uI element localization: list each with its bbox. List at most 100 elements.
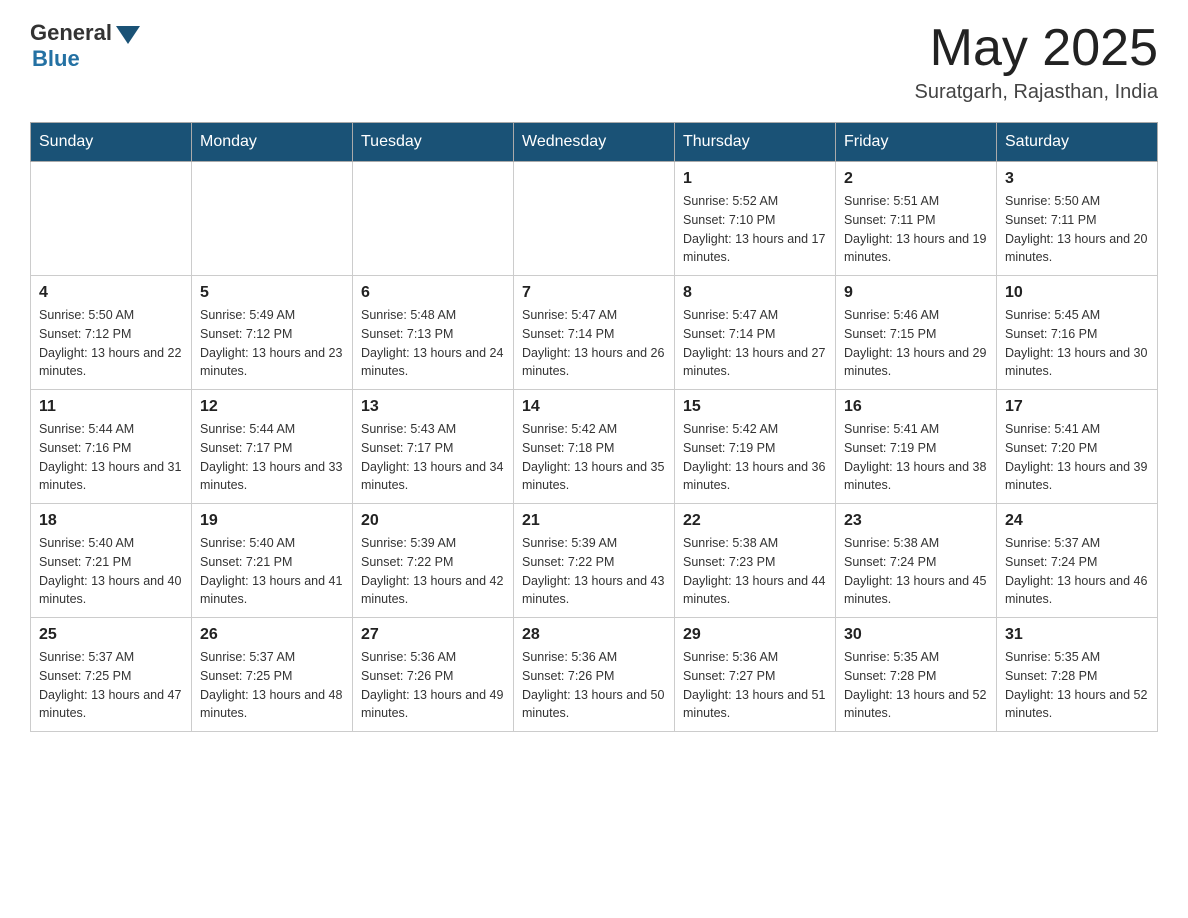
calendar-day-cell: 5 Sunrise: 5:49 AM Sunset: 7:12 PM Daylig… <box>192 276 353 390</box>
day-info: Sunrise: 5:42 AM Sunset: 7:19 PM Dayligh… <box>683 420 827 495</box>
day-number: 31 <box>1005 626 1149 644</box>
calendar-day-header: Wednesday <box>514 123 675 162</box>
day-number: 15 <box>683 398 827 416</box>
calendar-day-cell: 8Sunrise: 5:47 AM Sunset: 7:14 PM Daylig… <box>675 276 836 390</box>
day-number: 9 <box>844 284 988 302</box>
day-number: 17 <box>1005 398 1149 416</box>
calendar-day-cell: 31 Sunrise: 5:35 AM Sunset: 7:28 PM Dayli… <box>997 618 1158 732</box>
day-info: Sunrise: 5:37 AM Sunset: 7:24 PM Dayligh… <box>1005 534 1149 609</box>
page-header: General Blue May 2025 Suratgarh, Rajasth… <box>30 20 1158 104</box>
day-number: 16 <box>844 398 988 416</box>
calendar-week-row: 1 Sunrise: 5:52 AM Sunset: 7:10 PM Daylig… <box>31 162 1158 276</box>
calendar-header-row: SundayMondayTuesdayWednesdayThursdayFrid… <box>31 123 1158 162</box>
day-info: Sunrise: 5:40 AM Sunset: 7:21 PM Dayligh… <box>39 534 183 609</box>
location-subtitle: Suratgarh, Rajasthan, India <box>915 81 1159 104</box>
calendar-day-cell: 16 Sunrise: 5:41 AM Sunset: 7:19 PM Dayli… <box>836 390 997 504</box>
calendar-day-cell: 14Sunrise: 5:42 AM Sunset: 7:18 PM Dayli… <box>514 390 675 504</box>
logo: General Blue <box>30 20 140 72</box>
calendar-day-cell: 3 Sunrise: 5:50 AM Sunset: 7:11 PM Daylig… <box>997 162 1158 276</box>
calendar-day-cell: 4Sunrise: 5:50 AM Sunset: 7:12 PM Daylig… <box>31 276 192 390</box>
day-info: Sunrise: 5:36 AM Sunset: 7:26 PM Dayligh… <box>361 648 505 723</box>
calendar-day-cell: 12Sunrise: 5:44 AM Sunset: 7:17 PM Dayli… <box>192 390 353 504</box>
day-number: 19 <box>200 512 344 530</box>
day-number: 6 <box>361 284 505 302</box>
calendar-day-cell: 30 Sunrise: 5:35 AM Sunset: 7:28 PM Dayli… <box>836 618 997 732</box>
day-info: Sunrise: 5:45 AM Sunset: 7:16 PM Dayligh… <box>1005 306 1149 381</box>
day-number: 29 <box>683 626 827 644</box>
day-info: Sunrise: 5:50 AM Sunset: 7:11 PM Dayligh… <box>1005 192 1149 267</box>
calendar-day-cell: 2Sunrise: 5:51 AM Sunset: 7:11 PM Daylig… <box>836 162 997 276</box>
calendar-day-header: Tuesday <box>353 123 514 162</box>
day-number: 4 <box>39 284 183 302</box>
day-number: 7 <box>522 284 666 302</box>
day-number: 28 <box>522 626 666 644</box>
calendar-day-cell: 24Sunrise: 5:37 AM Sunset: 7:24 PM Dayli… <box>997 504 1158 618</box>
day-info: Sunrise: 5:36 AM Sunset: 7:27 PM Dayligh… <box>683 648 827 723</box>
calendar-day-cell: 13Sunrise: 5:43 AM Sunset: 7:17 PM Dayli… <box>353 390 514 504</box>
day-info: Sunrise: 5:38 AM Sunset: 7:24 PM Dayligh… <box>844 534 988 609</box>
day-number: 27 <box>361 626 505 644</box>
calendar-day-cell: 28 Sunrise: 5:36 AM Sunset: 7:26 PM Dayli… <box>514 618 675 732</box>
day-info: Sunrise: 5:39 AM Sunset: 7:22 PM Dayligh… <box>522 534 666 609</box>
calendar-day-cell: 1 Sunrise: 5:52 AM Sunset: 7:10 PM Daylig… <box>675 162 836 276</box>
calendar-day-header: Friday <box>836 123 997 162</box>
day-number: 11 <box>39 398 183 416</box>
day-number: 25 <box>39 626 183 644</box>
calendar-day-cell: 25 Sunrise: 5:37 AM Sunset: 7:25 PM Dayli… <box>31 618 192 732</box>
calendar-week-row: 11 Sunrise: 5:44 AM Sunset: 7:16 PM Dayli… <box>31 390 1158 504</box>
day-info: Sunrise: 5:49 AM Sunset: 7:12 PM Dayligh… <box>200 306 344 381</box>
calendar-day-cell: 20 Sunrise: 5:39 AM Sunset: 7:22 PM Dayli… <box>353 504 514 618</box>
calendar-table: SundayMondayTuesdayWednesdayThursdayFrid… <box>30 122 1158 732</box>
logo-general-text: General <box>30 20 112 46</box>
day-number: 26 <box>200 626 344 644</box>
calendar-day-cell: 6 Sunrise: 5:48 AM Sunset: 7:13 PM Daylig… <box>353 276 514 390</box>
calendar-week-row: 25 Sunrise: 5:37 AM Sunset: 7:25 PM Dayli… <box>31 618 1158 732</box>
logo-arrow-icon <box>116 26 140 44</box>
calendar-day-cell: 9Sunrise: 5:46 AM Sunset: 7:15 PM Daylig… <box>836 276 997 390</box>
day-number: 30 <box>844 626 988 644</box>
day-number: 12 <box>200 398 344 416</box>
calendar-day-cell <box>192 162 353 276</box>
day-number: 10 <box>1005 284 1149 302</box>
title-section: May 2025 Suratgarh, Rajasthan, India <box>915 20 1159 104</box>
day-info: Sunrise: 5:37 AM Sunset: 7:25 PM Dayligh… <box>200 648 344 723</box>
day-info: Sunrise: 5:44 AM Sunset: 7:16 PM Dayligh… <box>39 420 183 495</box>
calendar-week-row: 18Sunrise: 5:40 AM Sunset: 7:21 PM Dayli… <box>31 504 1158 618</box>
day-info: Sunrise: 5:41 AM Sunset: 7:19 PM Dayligh… <box>844 420 988 495</box>
day-info: Sunrise: 5:35 AM Sunset: 7:28 PM Dayligh… <box>844 648 988 723</box>
day-info: Sunrise: 5:47 AM Sunset: 7:14 PM Dayligh… <box>522 306 666 381</box>
calendar-day-cell: 11 Sunrise: 5:44 AM Sunset: 7:16 PM Dayli… <box>31 390 192 504</box>
calendar-day-cell: 26 Sunrise: 5:37 AM Sunset: 7:25 PM Dayli… <box>192 618 353 732</box>
calendar-day-header: Sunday <box>31 123 192 162</box>
day-number: 5 <box>200 284 344 302</box>
day-number: 3 <box>1005 170 1149 188</box>
day-number: 13 <box>361 398 505 416</box>
day-number: 23 <box>844 512 988 530</box>
day-info: Sunrise: 5:39 AM Sunset: 7:22 PM Dayligh… <box>361 534 505 609</box>
day-number: 20 <box>361 512 505 530</box>
day-info: Sunrise: 5:35 AM Sunset: 7:28 PM Dayligh… <box>1005 648 1149 723</box>
calendar-day-header: Thursday <box>675 123 836 162</box>
calendar-day-cell: 23 Sunrise: 5:38 AM Sunset: 7:24 PM Dayli… <box>836 504 997 618</box>
day-info: Sunrise: 5:52 AM Sunset: 7:10 PM Dayligh… <box>683 192 827 267</box>
day-number: 1 <box>683 170 827 188</box>
day-info: Sunrise: 5:36 AM Sunset: 7:26 PM Dayligh… <box>522 648 666 723</box>
day-info: Sunrise: 5:47 AM Sunset: 7:14 PM Dayligh… <box>683 306 827 381</box>
calendar-day-cell: 15 Sunrise: 5:42 AM Sunset: 7:19 PM Dayli… <box>675 390 836 504</box>
calendar-day-cell <box>31 162 192 276</box>
calendar-week-row: 4Sunrise: 5:50 AM Sunset: 7:12 PM Daylig… <box>31 276 1158 390</box>
day-info: Sunrise: 5:37 AM Sunset: 7:25 PM Dayligh… <box>39 648 183 723</box>
day-number: 14 <box>522 398 666 416</box>
calendar-day-cell: 29 Sunrise: 5:36 AM Sunset: 7:27 PM Dayli… <box>675 618 836 732</box>
day-info: Sunrise: 5:48 AM Sunset: 7:13 PM Dayligh… <box>361 306 505 381</box>
logo-blue-text: Blue <box>32 46 80 72</box>
calendar-day-cell: 7 Sunrise: 5:47 AM Sunset: 7:14 PM Daylig… <box>514 276 675 390</box>
calendar-day-cell <box>514 162 675 276</box>
day-info: Sunrise: 5:40 AM Sunset: 7:21 PM Dayligh… <box>200 534 344 609</box>
calendar-day-header: Monday <box>192 123 353 162</box>
calendar-day-cell: 17Sunrise: 5:41 AM Sunset: 7:20 PM Dayli… <box>997 390 1158 504</box>
day-info: Sunrise: 5:38 AM Sunset: 7:23 PM Dayligh… <box>683 534 827 609</box>
day-number: 22 <box>683 512 827 530</box>
calendar-day-cell: 21Sunrise: 5:39 AM Sunset: 7:22 PM Dayli… <box>514 504 675 618</box>
day-info: Sunrise: 5:51 AM Sunset: 7:11 PM Dayligh… <box>844 192 988 267</box>
